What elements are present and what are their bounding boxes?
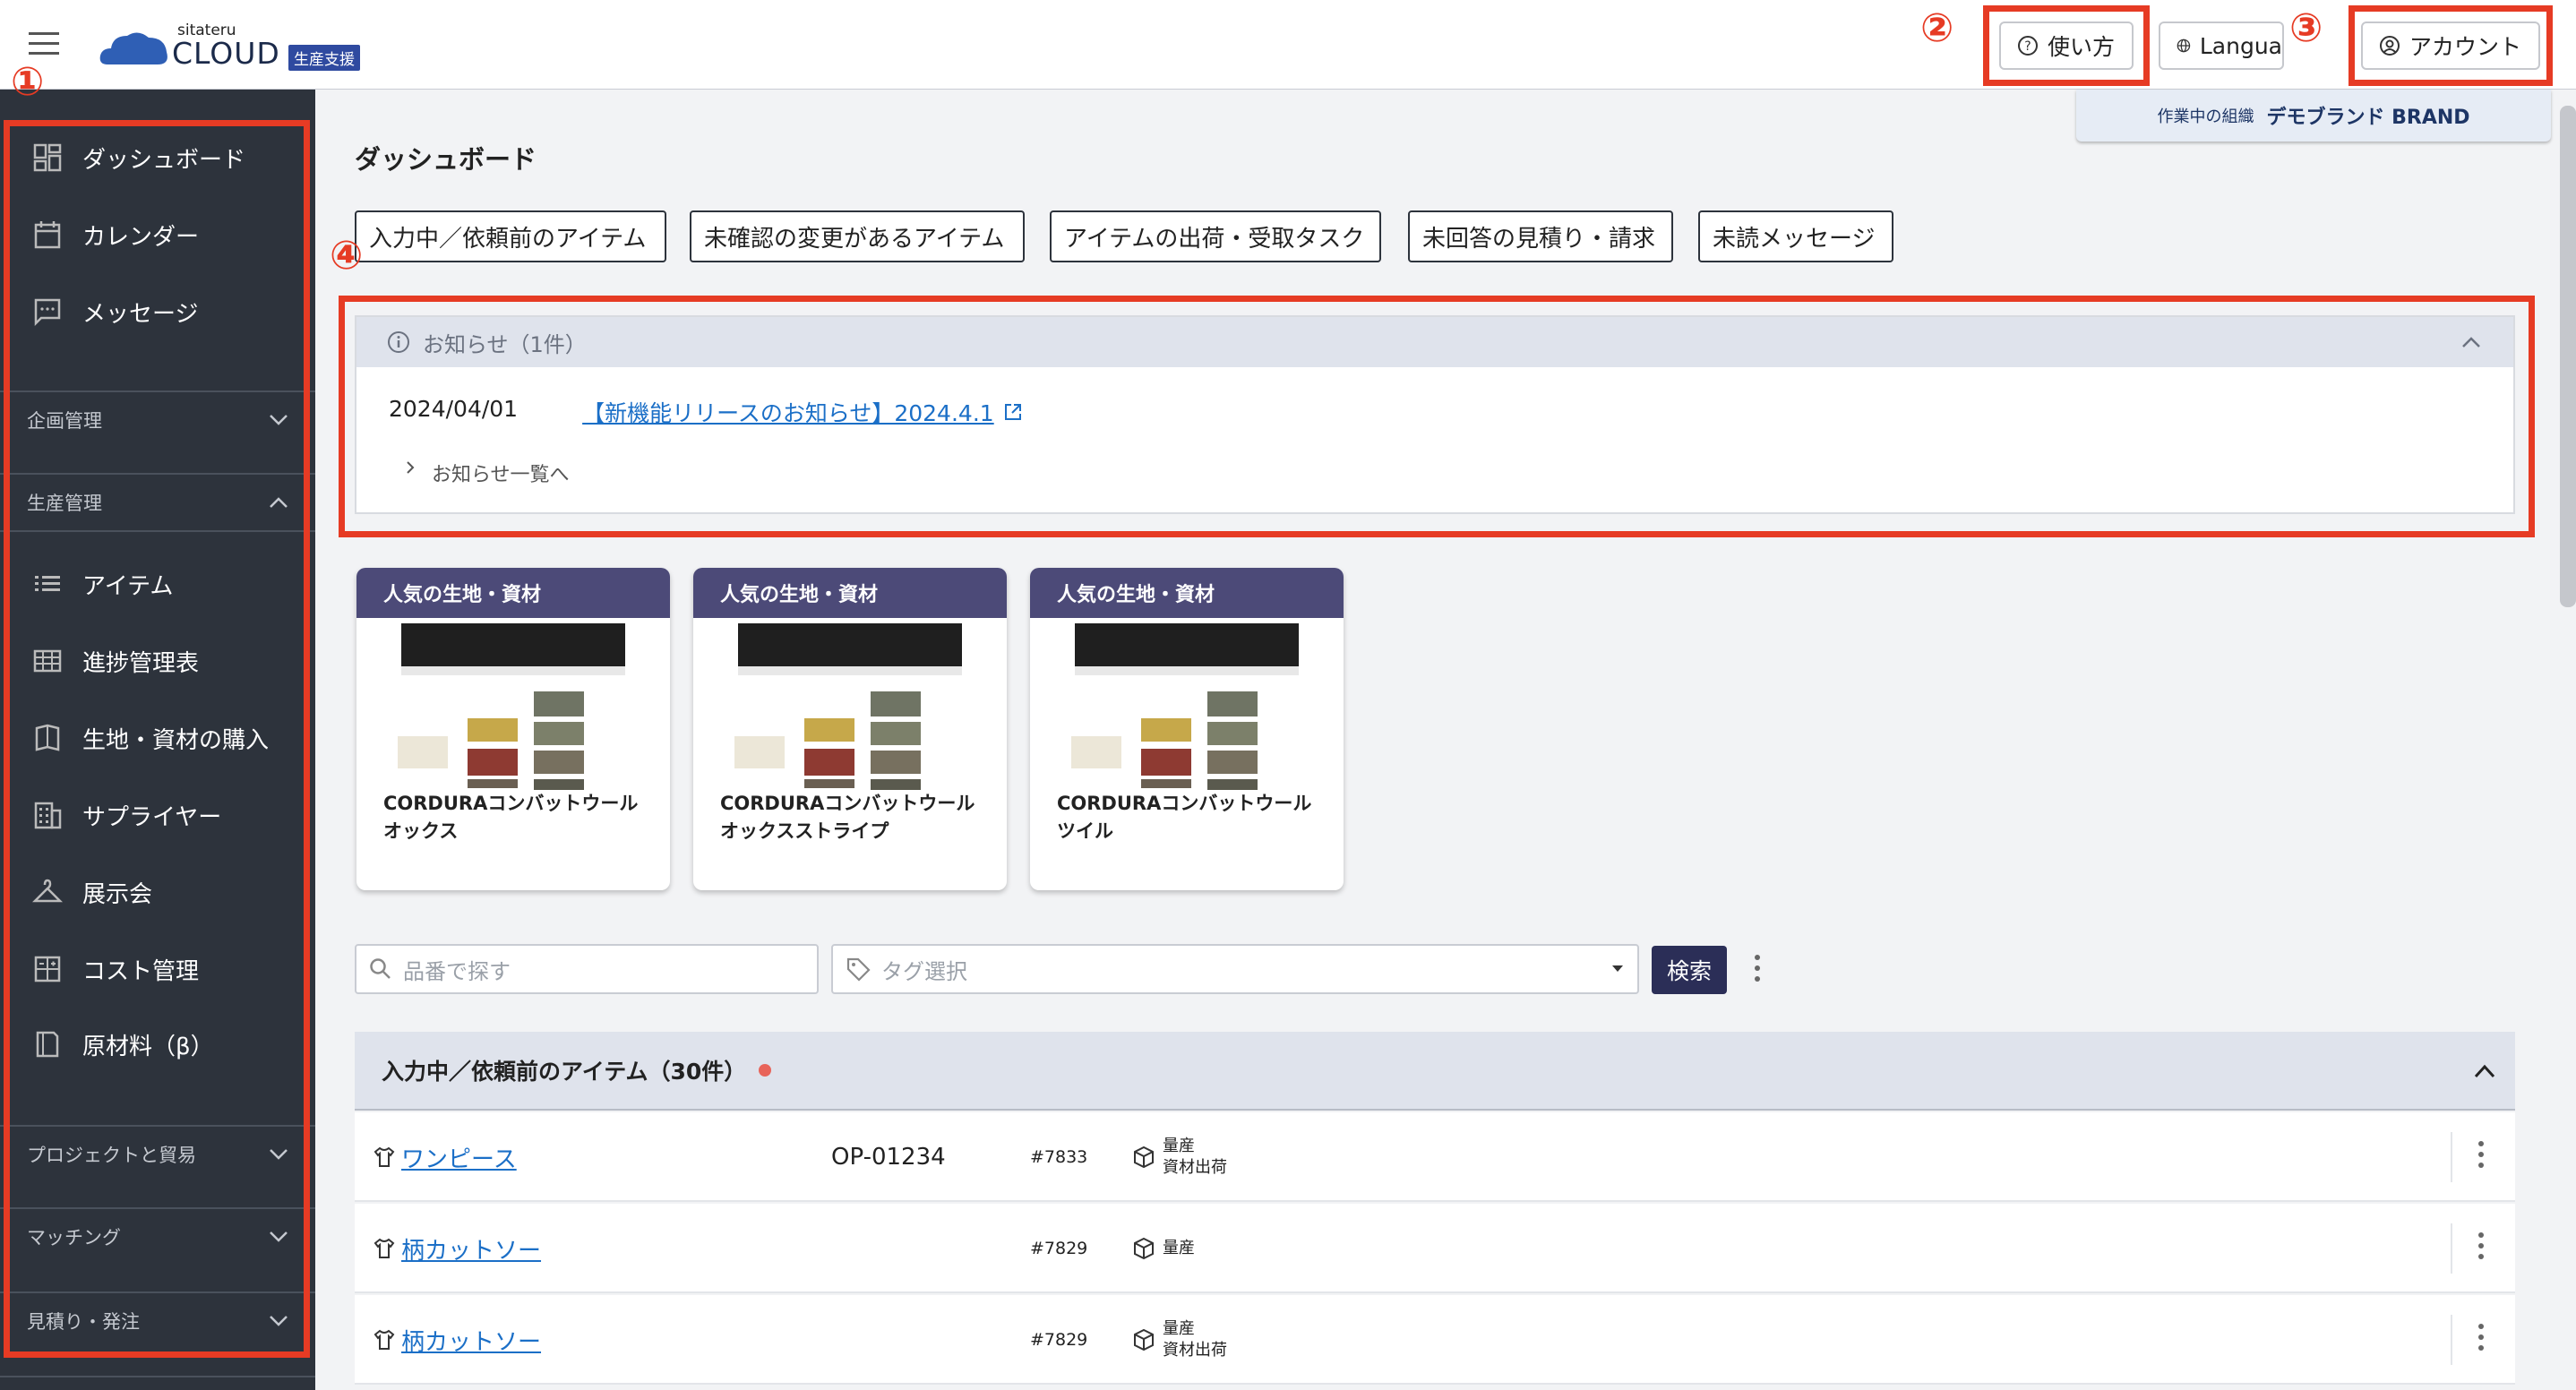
annotation-box-2 <box>1983 5 2150 86</box>
filter-label: 未回答の見積り・請求 <box>1422 225 1656 253</box>
item-name-link[interactable]: ワンピース <box>373 1112 517 1202</box>
globe-icon <box>2177 39 2191 53</box>
item-number: #7829 <box>1030 1330 1088 1350</box>
status-phase: 量産 <box>1163 1319 1195 1338</box>
logo-main-text: CLOUD <box>172 36 280 71</box>
status-phase: 量産 <box>1163 1239 1195 1257</box>
main-scrollbar[interactable] <box>2560 106 2576 607</box>
org-name: デモブランド BRAND <box>2266 107 2470 129</box>
search-icon <box>370 958 391 979</box>
notification-dot <box>759 1064 772 1077</box>
box-icon <box>1134 1328 1154 1351</box>
card-tag: 人気の生地・資材 <box>693 568 1007 618</box>
row-divider <box>2451 1223 2452 1274</box>
language-label: Langua <box>2199 32 2282 59</box>
language-button[interactable]: Langua <box>2159 21 2284 70</box>
tag-placeholder: タグ選択 <box>881 958 967 984</box>
annotation-box-1 <box>4 120 310 1358</box>
row-divider <box>2451 1132 2452 1182</box>
filter-label: アイテムの出荷・受取タスク <box>1064 225 1365 253</box>
filter-label: 未確認の変更があるアイテム <box>704 225 1005 253</box>
status-task: 資材出荷 <box>1163 1341 1227 1360</box>
list-title: 入力中／依頼前のアイテム（30件） <box>382 1059 747 1085</box>
card-tag: 人気の生地・資材 <box>356 568 670 618</box>
chevron-up-icon[interactable] <box>2474 1064 2495 1078</box>
logo-badge: 生産支援 <box>288 45 360 71</box>
popular-material-card[interactable]: 人気の生地・資材 CORDURAコンバットウール ツイル <box>1030 568 1344 890</box>
item-name-link[interactable]: 柄カットソー <box>373 1204 541 1293</box>
box-icon <box>1134 1145 1154 1169</box>
filter-input-pending[interactable]: 入力中／依頼前のアイテム <box>355 210 666 262</box>
shirt-icon <box>374 1329 395 1350</box>
popular-material-card[interactable]: 人気の生地・資材 CORDURAコンバットウール オックスストライプ <box>693 568 1007 890</box>
card-name-line2: オックスストライプ <box>720 820 889 842</box>
row-divider <box>2451 1315 2452 1365</box>
hamburger-menu-icon[interactable] <box>27 29 63 59</box>
item-status: 量産 資材出荷 <box>1132 1112 1227 1202</box>
shirt-icon <box>374 1146 395 1167</box>
popular-material-card[interactable]: 人気の生地・資材 CORDURAコンバットウール オックス <box>356 568 670 890</box>
item-number-search-input[interactable]: 品番で探す <box>355 944 819 994</box>
card-name-line2: オックス <box>383 820 459 842</box>
item-status: 量産 資材出荷 <box>1132 1295 1227 1385</box>
card-name: CORDURAコンバットウール ツイル <box>1057 790 1311 845</box>
card-name-line1: CORDURAコンバットウール <box>1057 793 1312 814</box>
cloud-logo-icon <box>99 32 167 64</box>
annotation-box-4 <box>339 296 2535 537</box>
section-divider <box>0 1376 315 1377</box>
filter-unread-messages[interactable]: 未読メッセージ <box>1698 210 1893 262</box>
annotation-number-1: ① <box>11 59 45 105</box>
filter-label: 未読メッセージ <box>1713 225 1876 253</box>
annotation-number-3: ③ <box>2289 5 2323 51</box>
row-more-options-icon[interactable] <box>2477 1324 2485 1354</box>
item-name: 柄カットソー <box>401 1237 542 1265</box>
item-name: ワンピース <box>401 1145 517 1173</box>
annotation-box-3 <box>2348 5 2553 86</box>
card-name: CORDURAコンバットウール オックスストライプ <box>720 790 975 845</box>
card-name-line2: ツイル <box>1057 820 1113 842</box>
working-organization: 作業中の組織 デモブランド BRAND <box>2076 90 2551 142</box>
tag-icon <box>846 957 871 982</box>
tag-select[interactable]: タグ選択 <box>831 944 1639 994</box>
fabric-swatch-image <box>1071 623 1299 790</box>
status-phase: 量産 <box>1163 1137 1195 1155</box>
annotation-number-2: ② <box>1920 5 1954 51</box>
fabric-swatch-image <box>398 623 625 790</box>
filter-shipping-tasks[interactable]: アイテムの出荷・受取タスク <box>1050 210 1381 262</box>
filter-unanswered-estimates[interactable]: 未回答の見積り・請求 <box>1408 210 1673 262</box>
status-task: 資材出荷 <box>1163 1158 1227 1177</box>
more-options-icon[interactable] <box>1754 955 1761 985</box>
table-row[interactable]: 柄カットソー #7829 量産資材出荷 <box>355 1295 2515 1385</box>
card-name: CORDURAコンバットウール オックス <box>383 790 638 845</box>
item-code: OP-01234 <box>831 1144 946 1171</box>
item-name-link[interactable]: 柄カットソー <box>373 1295 541 1385</box>
item-number: #7829 <box>1030 1239 1088 1258</box>
pending-items-header[interactable]: 入力中／依頼前のアイテム（30件） <box>355 1032 2515 1111</box>
card-tag: 人気の生地・資材 <box>1030 568 1344 618</box>
search-placeholder: 品番で探す <box>403 958 511 984</box>
annotation-number-4: ④ <box>330 233 364 279</box>
search-button[interactable]: 検索 <box>1652 946 1727 994</box>
table-row[interactable]: ワンピース OP-01234 #7833 量産資材出荷 <box>355 1112 2515 1202</box>
box-icon <box>1134 1237 1154 1260</box>
table-row[interactable]: 柄カットソー #7829 量産 <box>355 1204 2515 1293</box>
item-status: 量産 <box>1132 1204 1195 1293</box>
sitateru-cloud-logo[interactable]: sitateru CLOUD 生産支援 <box>99 18 385 72</box>
row-more-options-icon[interactable] <box>2477 1141 2485 1171</box>
card-name-line1: CORDURAコンバットウール <box>383 793 639 814</box>
page-title: ダッシュボード <box>355 144 537 175</box>
filter-label: 入力中／依頼前のアイテム <box>369 225 647 253</box>
fabric-swatch-image <box>734 623 962 790</box>
dropdown-arrow-icon <box>1612 965 1623 972</box>
shirt-icon <box>374 1238 395 1258</box>
card-name-line1: CORDURAコンバットウール <box>720 793 975 814</box>
top-header: sitateru CLOUD 生産支援 ? 使い方 Langua アカウント <box>0 0 2576 90</box>
filter-unconfirmed-changes[interactable]: 未確認の変更があるアイテム <box>690 210 1025 262</box>
item-number: #7833 <box>1030 1147 1088 1167</box>
row-more-options-icon[interactable] <box>2477 1232 2485 1263</box>
org-label: 作業中の組織 <box>2157 107 2254 126</box>
item-name: 柄カットソー <box>401 1328 542 1356</box>
